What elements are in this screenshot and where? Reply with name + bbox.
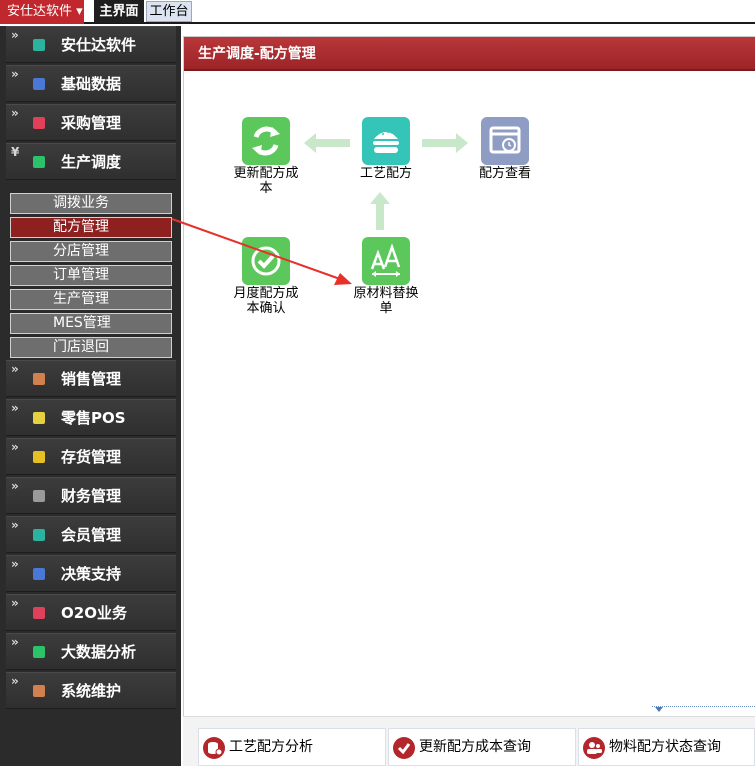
tab-workbench[interactable]: 工作台: [146, 1, 192, 22]
sidebar-group-bigdata[interactable]: » 大数据分析: [6, 633, 176, 670]
node-caption: 更新配方成: [233, 166, 299, 181]
cube-icon: [33, 373, 45, 385]
sidebar-group-production[interactable]: ¥ 生产调度: [6, 143, 176, 180]
node-caption: 配方查看: [478, 166, 531, 181]
sidebar-group-label: 系统维护: [61, 682, 122, 700]
sidebar-group-label: 安仕达软件: [61, 36, 137, 54]
sidebar-group-members[interactable]: » 会员管理: [6, 516, 176, 553]
sidebar-group-decision[interactable]: » 决策支持: [6, 555, 176, 592]
sidebar-group-label: 决策支持: [61, 565, 122, 583]
link-process-recipe-analysis[interactable]: 工艺配方分析: [198, 728, 386, 766]
link-update-cost-query[interactable]: 更新配方成本查询: [388, 728, 576, 766]
chevron-right-icon: »: [11, 479, 19, 493]
node-caption-line2: 本: [259, 181, 273, 196]
link-label: 物料配方状态查询: [609, 739, 721, 755]
chevron-right-icon: »: [11, 635, 19, 649]
chevron-right-icon: »: [11, 106, 19, 120]
sidebar-group-label: 销售管理: [61, 370, 122, 388]
cube-icon: [33, 685, 45, 697]
sidebar-item-mes[interactable]: MES管理: [10, 313, 172, 334]
app-window: 安仕达软件 ▾ 主界面 工作台 » 安仕达软件 » 基础数据 » 采购管理 ¥ …: [0, 0, 755, 766]
sidebar-group-sales[interactable]: » 销售管理: [6, 360, 176, 397]
link-label: 更新配方成本查询: [419, 739, 531, 755]
sidebar-group-label: 采购管理: [61, 114, 122, 132]
refresh-icon: [242, 117, 290, 165]
cube-icon: [33, 607, 45, 619]
sidebar-group-pos[interactable]: » 零售POS: [6, 399, 176, 436]
link-material-status-query[interactable]: 物料配方状态查询: [578, 728, 755, 766]
node-caption: 工艺配方: [359, 166, 412, 181]
sidebar-group-finance[interactable]: » 财务管理: [6, 477, 176, 514]
sidebar-group-label: 存货管理: [61, 448, 122, 466]
sidebar: » 安仕达软件 » 基础数据 » 采购管理 ¥ 生产调度 调拨业务 配方管理 分…: [0, 26, 181, 766]
sidebar-item-recipe-management[interactable]: 配方管理: [10, 217, 172, 238]
burger-icon: [362, 117, 410, 165]
sidebar-group-anshida[interactable]: » 安仕达软件: [6, 26, 176, 63]
node-caption-line2: 本确认: [246, 301, 286, 316]
app-menu-dropdown[interactable]: 安仕达软件 ▾: [0, 0, 84, 24]
triangle-down-icon: [655, 707, 663, 712]
users-icon: [583, 737, 605, 759]
chevron-right-icon: »: [11, 67, 19, 81]
cube-icon: [33, 156, 45, 168]
database-icon: [203, 737, 225, 759]
cube-icon: [33, 490, 45, 502]
page-title: 生产调度-配方管理: [184, 37, 755, 71]
sidebar-group-o2o[interactable]: » O2O业务: [6, 594, 176, 631]
cube-icon: [33, 39, 45, 51]
sidebar-group-system[interactable]: » 系统维护: [6, 672, 176, 709]
chevron-right-icon: »: [11, 401, 19, 415]
cube-icon: [33, 117, 45, 129]
sidebar-group-purchase[interactable]: » 采购管理: [6, 104, 176, 141]
main-panel: 生产调度-配方管理 更新配方成 本 工艺配方 配方查看 月度配方成 本确认 原材…: [183, 36, 755, 716]
sidebar-item-orders[interactable]: 订单管理: [10, 265, 172, 286]
chevron-right-icon: »: [11, 557, 19, 571]
cube-icon: [33, 646, 45, 658]
annotation-arrow: [171, 218, 352, 285]
sidebar-group-label: 生产调度: [61, 153, 122, 171]
chevron-right-icon: »: [11, 362, 19, 376]
sidebar-group-label: 会员管理: [61, 526, 122, 544]
top-bar: 安仕达软件 ▾ 主界面 工作台: [0, 0, 755, 24]
sidebar-item-transfer[interactable]: 调拨业务: [10, 193, 172, 214]
sidebar-group-label: 基础数据: [61, 75, 122, 93]
sidebar-item-store-return[interactable]: 门店退回: [10, 337, 172, 358]
check-circle-icon: [393, 737, 415, 759]
sidebar-group-label: 零售POS: [61, 409, 126, 427]
sidebar-group-label: O2O业务: [61, 604, 127, 622]
sidebar-item-production[interactable]: 生产管理: [10, 289, 172, 310]
chevron-right-icon: »: [11, 440, 19, 454]
tab-main-interface[interactable]: 主界面: [94, 0, 144, 23]
scroll-marker[interactable]: [652, 706, 755, 712]
cube-icon: [33, 451, 45, 463]
sidebar-group-label: 大数据分析: [61, 643, 137, 661]
cube-icon: [33, 412, 45, 424]
chevron-down-icon: ¥: [11, 145, 20, 159]
chevron-right-icon: »: [11, 28, 19, 42]
link-label: 工艺配方分析: [229, 739, 313, 755]
sidebar-group-basic-data[interactable]: » 基础数据: [6, 65, 176, 102]
cube-icon: [33, 78, 45, 90]
sidebar-group-inventory[interactable]: » 存货管理: [6, 438, 176, 475]
chevron-right-icon: »: [11, 674, 19, 688]
cube-icon: [33, 568, 45, 580]
node-process-recipe[interactable]: 工艺配方: [341, 117, 431, 182]
node-update-recipe-cost[interactable]: 更新配方成 本: [221, 117, 311, 195]
calendar-clock-icon: [481, 117, 529, 165]
chevron-right-icon: »: [11, 518, 19, 532]
chevron-right-icon: »: [11, 596, 19, 610]
node-recipe-view[interactable]: 配方查看: [460, 117, 550, 182]
sidebar-item-branch[interactable]: 分店管理: [10, 241, 172, 262]
cube-icon: [33, 529, 45, 541]
sidebar-group-label: 财务管理: [61, 487, 122, 505]
node-caption-line2: 单: [379, 301, 393, 316]
font-size-icon: [362, 237, 410, 285]
flow-arrow-up: [370, 192, 390, 230]
bottom-link-bar: 工艺配方分析 更新配方成本查询 物料配方状态查询: [183, 716, 755, 766]
